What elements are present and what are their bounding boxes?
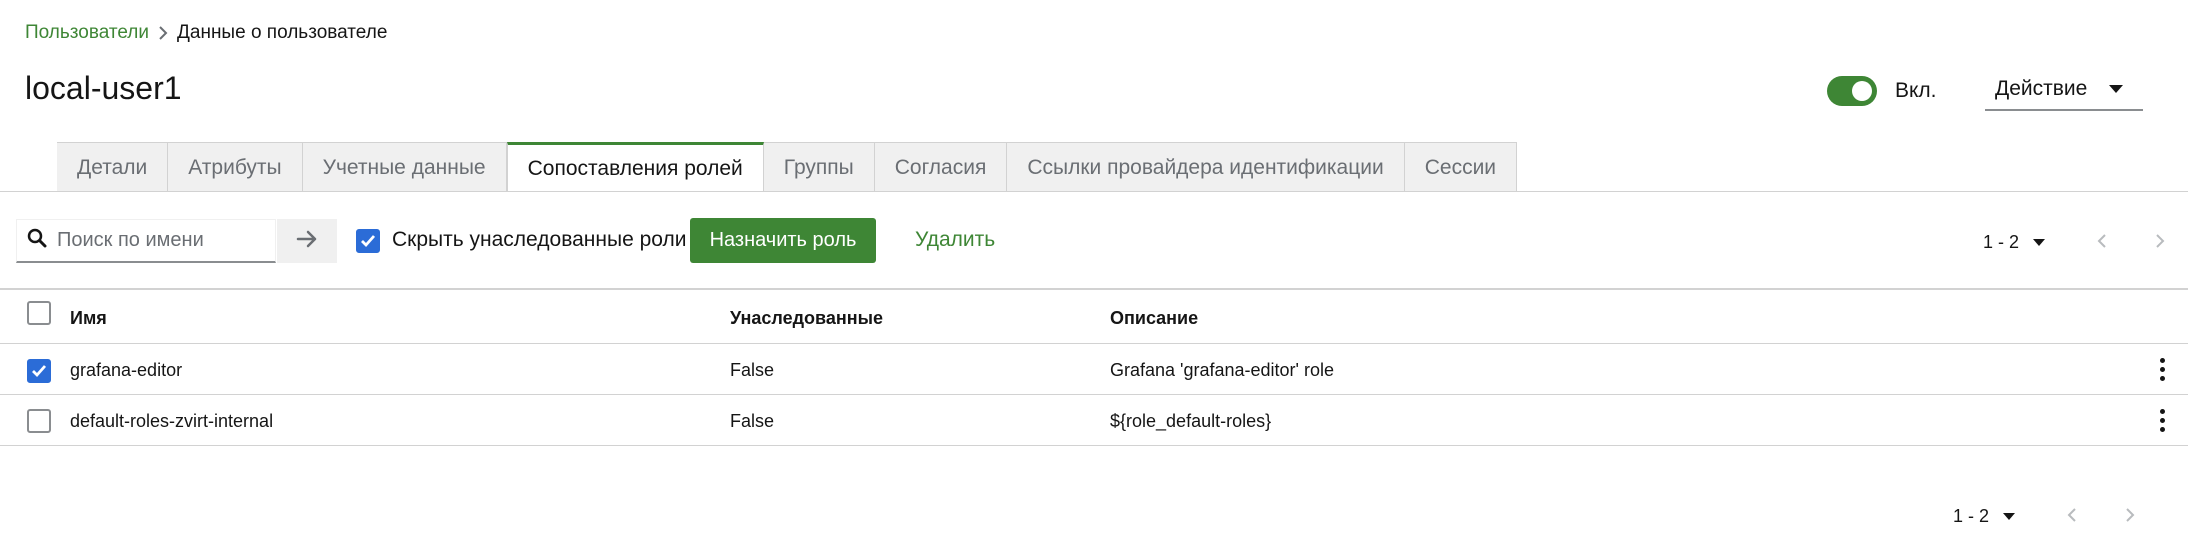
tab-credentials[interactable]: Учетные данные <box>302 142 507 192</box>
prev-page-icon[interactable] <box>2067 503 2077 529</box>
row-divider <box>0 343 2188 344</box>
per-page-toggle[interactable]: 1 - 2 <box>1983 232 2046 253</box>
role-name: grafana-editor <box>70 360 183 380</box>
tab-groups[interactable]: Группы <box>763 142 875 192</box>
search-box <box>16 219 276 263</box>
search-icon <box>27 228 47 253</box>
tab-sessions[interactable]: Сессии <box>1404 142 1518 192</box>
next-page-icon[interactable] <box>2155 229 2165 255</box>
tab-identity-provider-links[interactable]: Ссылки провайдера идентификации <box>1007 142 1405 192</box>
caret-down-icon <box>2109 84 2123 93</box>
prev-page-icon[interactable] <box>2097 229 2107 255</box>
tab-attributes[interactable]: Атрибуты <box>168 142 303 192</box>
tab-consents[interactable]: Согласия <box>874 142 1008 192</box>
search-input[interactable] <box>55 228 255 253</box>
hide-inherited-checkbox[interactable] <box>356 229 380 253</box>
role-description: Grafana 'grafana-editor' role <box>1110 360 1334 380</box>
tabs-bar: Детали Атрибуты Учетные данные Сопоставл… <box>57 142 1518 192</box>
tab-role-mapping[interactable]: Сопоставления ролей <box>506 142 764 192</box>
column-header-description: Описание <box>1110 308 1199 328</box>
search-submit-button[interactable] <box>277 219 337 263</box>
row-divider <box>0 445 2188 446</box>
kebab-menu-icon[interactable] <box>2159 358 2165 381</box>
breadcrumb: Пользователи Данные о пользователе <box>25 20 387 46</box>
checkmark-icon <box>32 365 47 378</box>
chevron-right-icon <box>149 26 177 40</box>
action-dropdown-label: Действие <box>1995 76 2088 100</box>
next-page-icon[interactable] <box>2125 503 2135 529</box>
assign-role-button[interactable]: Назначить роль <box>690 218 876 263</box>
hide-inherited-label: Скрыть унаследованные роли <box>392 228 687 251</box>
row-checkbox[interactable] <box>27 409 51 433</box>
caret-down-icon <box>2003 512 2016 520</box>
role-description: ${role_default-roles} <box>1110 411 1272 431</box>
kebab-menu-icon[interactable] <box>2159 409 2165 432</box>
enabled-toggle-label: Вкл. <box>1895 79 1937 102</box>
role-name: default-roles-zvirt-internal <box>70 411 274 431</box>
enabled-toggle[interactable] <box>1827 76 1877 106</box>
tab-details[interactable]: Детали <box>57 142 169 192</box>
per-page-toggle[interactable]: 1 - 2 <box>1953 506 2016 527</box>
table-top-divider <box>0 288 2188 290</box>
arrow-right-icon <box>296 230 318 253</box>
checkmark-icon <box>361 235 376 248</box>
row-checkbox[interactable] <box>27 359 51 383</box>
action-dropdown[interactable]: Действие <box>1985 68 2143 111</box>
breadcrumb-current: Данные о пользователе <box>177 22 388 43</box>
caret-down-icon <box>2033 238 2046 246</box>
breadcrumb-users-link[interactable]: Пользователи <box>25 22 149 44</box>
tabs-divider <box>0 191 2188 192</box>
pagination-bottom: 1 - 2 <box>1953 503 2135 529</box>
page-title: local-user1 <box>25 70 182 106</box>
column-header-name[interactable]: Имя <box>70 308 107 329</box>
role-inherited: False <box>730 411 775 431</box>
select-all-checkbox[interactable] <box>27 301 51 325</box>
row-divider <box>0 394 2188 395</box>
role-inherited: False <box>730 360 775 380</box>
pagination-top: 1 - 2 <box>1983 229 2165 255</box>
delete-button[interactable]: Удалить <box>915 227 995 253</box>
column-header-inherited: Унаследованные <box>730 308 883 328</box>
